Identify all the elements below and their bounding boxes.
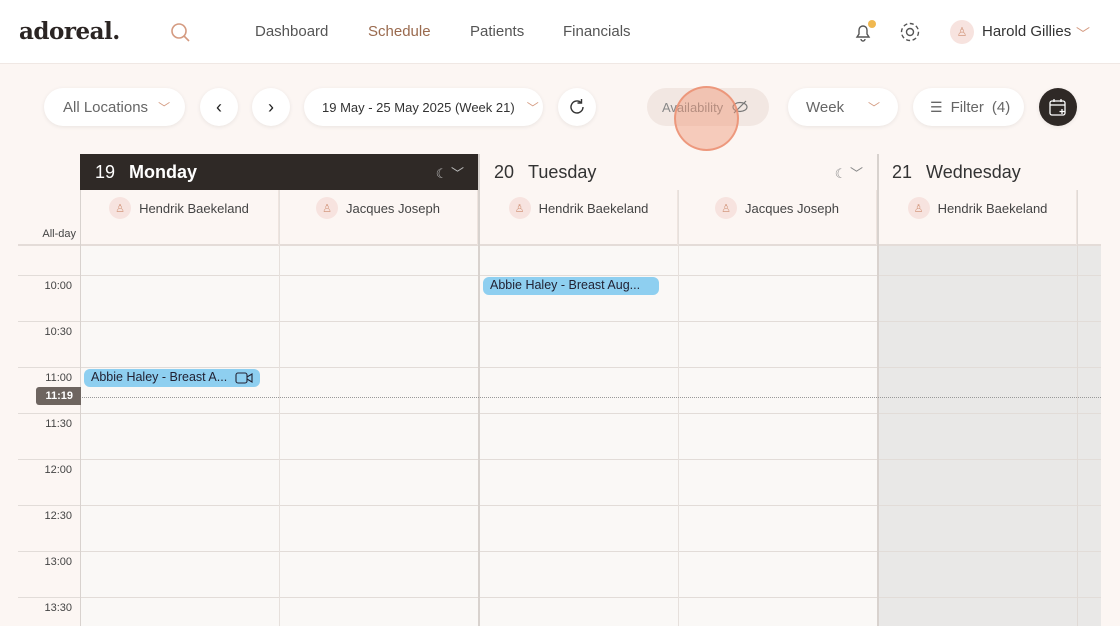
time-label: 11:30 xyxy=(45,418,72,430)
time-label: 11:00 xyxy=(45,372,72,384)
staff-name: Hendrik Baekeland xyxy=(139,200,249,216)
filter-label: Filter xyxy=(950,98,984,116)
avatar[interactable]: ♙ xyxy=(950,20,974,44)
top-bar: adoreal. Dashboard Schedule Patients Fin… xyxy=(0,0,1120,64)
click-indicator xyxy=(674,86,739,151)
avatar: ♙ xyxy=(316,197,339,219)
staff-name: Jacques Joseph xyxy=(346,200,440,216)
new-appointment-button[interactable] xyxy=(1039,88,1077,126)
date-range-label: 19 May - 25 May 2025 (Week 21) xyxy=(322,99,515,115)
day-header-wednesday[interactable]: 21 Wednesday xyxy=(879,154,1101,190)
time-label: 12:30 xyxy=(44,510,72,522)
avatar: ♙ xyxy=(907,197,930,219)
location-label: All Locations xyxy=(63,98,149,116)
day-header-monday[interactable]: 19 Monday ☾ ﹀ xyxy=(80,154,478,190)
next-week-button[interactable]: › xyxy=(252,88,290,126)
staff-column-header[interactable]: ♙ Hendrik Baekeland xyxy=(879,190,1077,245)
view-label: Week xyxy=(806,98,845,116)
nav-dashboard[interactable]: Dashboard xyxy=(255,23,328,40)
calendar-plus-icon xyxy=(1049,99,1066,116)
staff-name: Hendrik Baekeland xyxy=(937,200,1048,216)
slot-line xyxy=(18,413,1101,414)
slot-line xyxy=(18,505,1101,506)
staff-column-header[interactable]: ♙ Hendrik Baekeland xyxy=(480,190,678,245)
moon-chevron-icon[interactable]: ☾ ﹀ xyxy=(835,163,863,182)
chevron-down-icon: ﹀ xyxy=(526,100,539,115)
day-name: Monday xyxy=(129,161,198,182)
staff-column-header[interactable]: ♙ Hendrik Baekeland xyxy=(80,190,279,245)
day-name: Wednesday xyxy=(926,161,1021,182)
day-number: 21 xyxy=(892,161,913,182)
day-header-tuesday[interactable]: 20 Tuesday ☾ ﹀ xyxy=(480,154,877,190)
chevron-down-icon: ﹀ xyxy=(158,100,171,115)
location-select[interactable]: All Locations ﹀ xyxy=(44,88,185,126)
prev-week-button[interactable]: ‹ xyxy=(200,88,238,126)
chevron-left-icon: ‹ xyxy=(216,96,222,117)
bell-icon[interactable] xyxy=(852,20,876,44)
slot-line xyxy=(18,321,1101,322)
slot-line xyxy=(18,367,1101,368)
filter-count: (4) xyxy=(991,98,1011,116)
current-time-line xyxy=(80,397,1101,398)
moon-chevron-icon[interactable]: ☾ ﹀ xyxy=(436,163,464,182)
staff-name: Jacques Joseph xyxy=(745,200,839,216)
day-number: 19 xyxy=(95,161,116,182)
refresh-icon xyxy=(570,99,584,114)
user-name[interactable]: Harold Gillies xyxy=(982,23,1071,40)
avatar: ♙ xyxy=(715,197,738,219)
day-number: 20 xyxy=(494,161,515,182)
grid-unavailable xyxy=(877,245,1101,626)
time-label: 10:30 xyxy=(44,326,72,338)
event-title: Abbie Haley - Breast A... xyxy=(91,370,228,384)
event-title: Abbie Haley - Breast Aug... xyxy=(490,278,641,292)
appointment-event[interactable]: Abbie Haley - Breast Aug... xyxy=(483,277,659,295)
chevron-right-icon: › xyxy=(268,96,274,117)
chevron-down-icon[interactable]: ﹀ xyxy=(1076,24,1090,44)
nav-patients[interactable]: Patients xyxy=(470,23,524,40)
avatar: ♙ xyxy=(508,197,531,219)
slot-line xyxy=(18,459,1101,460)
slot-line xyxy=(18,551,1101,552)
slot-line xyxy=(18,597,1101,598)
avatar: ♙ xyxy=(109,197,132,219)
video-camera-icon xyxy=(235,372,253,384)
nav-schedule[interactable]: Schedule xyxy=(368,23,431,40)
filter-icon: ☰ xyxy=(930,98,943,115)
staff-column-header[interactable]: ♙ Jacques Joseph xyxy=(678,190,877,245)
view-select[interactable]: Week ﹀ xyxy=(788,88,898,126)
time-label: 13:00 xyxy=(44,556,72,568)
time-label: 13:30 xyxy=(44,602,72,614)
logo[interactable]: adoreal. xyxy=(19,18,120,45)
staff-name: Hendrik Baekeland xyxy=(538,200,649,216)
day-name: Tuesday xyxy=(528,161,597,182)
filter-button[interactable]: ☰ Filter (4) xyxy=(913,88,1024,126)
date-range-select[interactable]: 19 May - 25 May 2025 (Week 21) ﹀ xyxy=(304,88,543,126)
gear-icon[interactable] xyxy=(899,21,921,43)
refresh-button[interactable] xyxy=(558,88,596,126)
staff-column-header[interactable]: ♙ Jacques Joseph xyxy=(279,190,478,245)
search-icon[interactable] xyxy=(170,22,190,42)
nav-financials[interactable]: Financials xyxy=(563,23,631,40)
all-day-label: All-day xyxy=(42,228,76,240)
time-label: 10:00 xyxy=(44,280,72,292)
slot-line xyxy=(18,275,1101,276)
appointment-event[interactable]: Abbie Haley - Breast A... xyxy=(84,369,260,387)
current-time-badge: 11:19 xyxy=(36,387,81,405)
chevron-down-icon: ﹀ xyxy=(867,100,880,115)
time-label: 12:00 xyxy=(44,464,72,476)
